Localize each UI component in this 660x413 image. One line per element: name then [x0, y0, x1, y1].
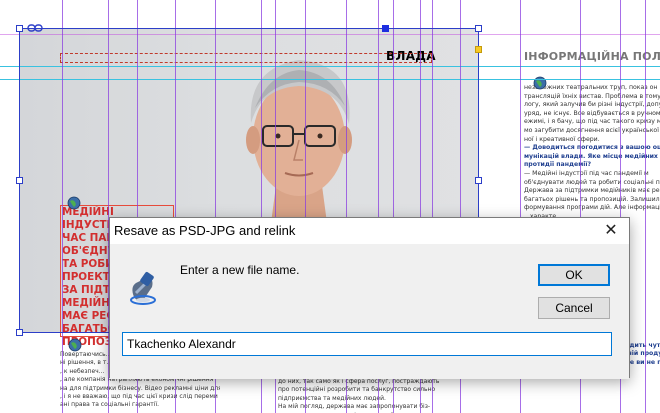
body-text-line: уряд, не існує. Все відбувається в ручно…: [524, 109, 660, 117]
body-text-line: на для підтримки бізнесу. Відео рекламні…: [60, 384, 220, 392]
resize-handle[interactable]: [16, 329, 23, 336]
resave-dialog: Resave as PSD-JPG and relink ✕ Enter a n…: [109, 217, 630, 379]
body-text-line: трансляцій їхніх вистав. Проблема в тому…: [524, 92, 660, 100]
body-text-line: протидії пандемії?: [524, 161, 592, 169]
resize-handle[interactable]: [475, 177, 482, 184]
body-text-line: ежимі, і я бачу, що під час такого кризу…: [524, 118, 660, 126]
prompt-label: Enter a new file name.: [180, 263, 300, 277]
resize-handle[interactable]: [16, 25, 23, 32]
resize-handle[interactable]: [382, 25, 389, 32]
section-title: ІНФОРМАЦІЙНА ПОЛІТ: [524, 50, 660, 63]
link-icon[interactable]: [27, 24, 43, 32]
body-text-line: формування програми дій. Але інформаці: [524, 204, 660, 212]
body-text-line: багатьох рішень та пропозицій. Залишилос…: [524, 195, 660, 203]
body-text-line: ної і креативної сфери.: [524, 135, 600, 143]
dialog-title: Resave as PSD-JPG and relink: [114, 223, 296, 238]
dialog-body: Enter a new file name. OK Cancel: [110, 244, 629, 379]
body-text-line: мунікацій влади. Яке місце медійних інду…: [524, 152, 660, 160]
body-text-line: — Доводиться погодитися з вашою оцінко: [524, 144, 660, 152]
dialog-titlebar[interactable]: Resave as PSD-JPG and relink ✕: [110, 218, 629, 244]
globe-icon: [68, 338, 82, 352]
cancel-button[interactable]: Cancel: [538, 297, 610, 319]
resize-handle[interactable]: [475, 25, 482, 32]
body-text-line: мо загубити досягнення всієї української…: [524, 126, 660, 134]
script-app-icon: [130, 272, 156, 305]
guide-vertical: [645, 0, 646, 413]
body-text-line: об'єднувати людей та робити соціальні пр: [524, 178, 660, 186]
filename-input[interactable]: [122, 332, 612, 356]
corner-options-handle[interactable]: [475, 46, 482, 53]
body-text-line: , і я не вважаю, що під час цієї кризи с…: [60, 393, 218, 401]
ok-button[interactable]: OK: [538, 264, 610, 286]
body-text-line: ані права та соціальні гарантії.: [60, 401, 160, 409]
body-text-line: Держава за підтримки медійників має ресу: [524, 187, 660, 195]
body-text-line: — Медійні індустрії під час пандемії м: [524, 169, 649, 177]
resize-handle[interactable]: [16, 177, 23, 184]
close-button[interactable]: ✕: [599, 220, 623, 242]
body-text-line: логу, який залучив би різні індустрії, д…: [524, 101, 660, 109]
close-icon: ✕: [604, 222, 618, 239]
